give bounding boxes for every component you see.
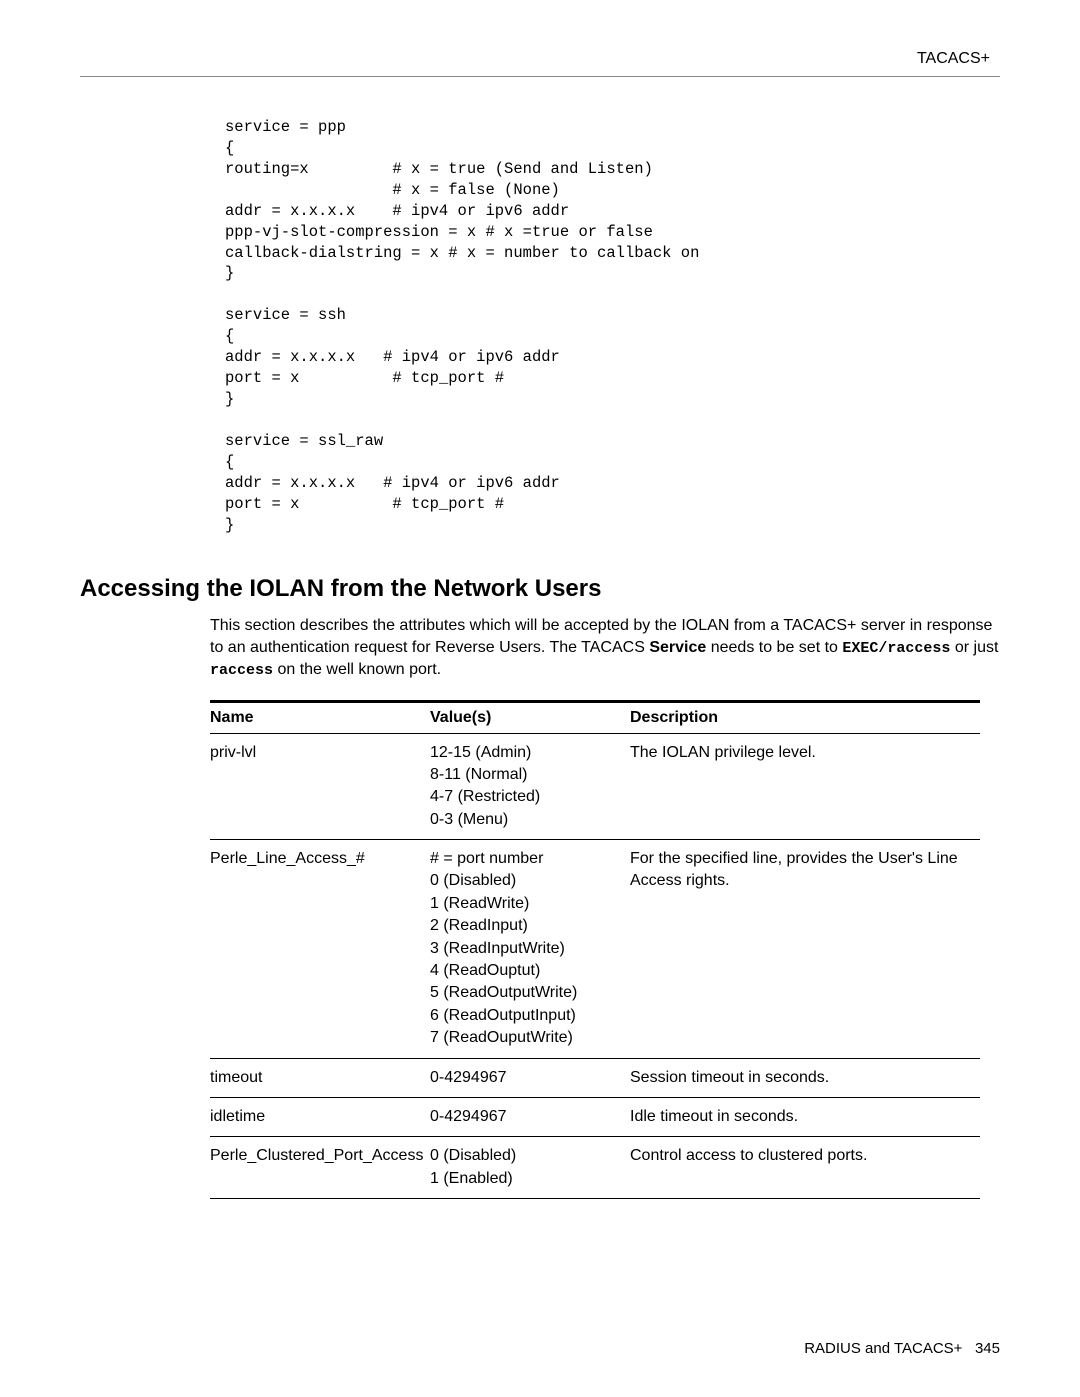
- intro-text-3: or just: [950, 639, 998, 656]
- table-row: timeout 0-4294967 Session timeout in sec…: [210, 1058, 980, 1097]
- intro-text-2: needs to be set to: [706, 639, 842, 656]
- cell-values: 12-15 (Admin) 8-11 (Normal) 4-7 (Restric…: [430, 733, 630, 840]
- cell-name: priv-lvl: [210, 733, 430, 840]
- intro-text-4: on the well known port.: [273, 661, 441, 678]
- footer-text: RADIUS and TACACS+: [804, 1340, 962, 1357]
- attribute-table: Name Value(s) Description priv-lvl 12-15…: [210, 700, 980, 1200]
- cell-values: # = port number 0 (Disabled) 1 (ReadWrit…: [430, 840, 630, 1059]
- th-name: Name: [210, 701, 430, 733]
- cell-desc: Idle timeout in seconds.: [630, 1098, 980, 1137]
- cell-values: 0 (Disabled) 1 (Enabled): [430, 1137, 630, 1199]
- cell-values: 0-4294967: [430, 1058, 630, 1097]
- intro-mono-1: EXEC/raccess: [842, 640, 950, 657]
- table-row: idletime 0-4294967 Idle timeout in secon…: [210, 1098, 980, 1137]
- th-values: Value(s): [430, 701, 630, 733]
- footer: RADIUS and TACACS+ 345: [804, 1340, 1000, 1357]
- cell-desc: Session timeout in seconds.: [630, 1058, 980, 1097]
- code-block: service = ppp { routing=x # x = true (Se…: [225, 117, 1000, 535]
- cell-name: Perle_Line_Access_#: [210, 840, 430, 1059]
- cell-name: Perle_Clustered_Port_Access: [210, 1137, 430, 1199]
- intro-paragraph: This section describes the attributes wh…: [210, 615, 1000, 681]
- cell-desc: Control access to clustered ports.: [630, 1137, 980, 1199]
- table-row: priv-lvl 12-15 (Admin) 8-11 (Normal) 4-7…: [210, 733, 980, 840]
- cell-values: 0-4294967: [430, 1098, 630, 1137]
- header-section: TACACS+: [80, 50, 1000, 68]
- cell-name: idletime: [210, 1098, 430, 1137]
- cell-desc: The IOLAN privilege level.: [630, 733, 980, 840]
- th-desc: Description: [630, 701, 980, 733]
- table-row: Perle_Line_Access_# # = port number 0 (D…: [210, 840, 980, 1059]
- table-row: Perle_Clustered_Port_Access 0 (Disabled)…: [210, 1137, 980, 1199]
- cell-name: timeout: [210, 1058, 430, 1097]
- footer-page: 345: [975, 1340, 1000, 1357]
- section-heading: Accessing the IOLAN from the Network Use…: [80, 575, 1000, 603]
- header-rule: [80, 76, 1000, 77]
- intro-mono-2: raccess: [210, 662, 273, 679]
- intro-service-bold: Service: [645, 639, 706, 656]
- cell-desc: For the specified line, provides the Use…: [630, 840, 980, 1059]
